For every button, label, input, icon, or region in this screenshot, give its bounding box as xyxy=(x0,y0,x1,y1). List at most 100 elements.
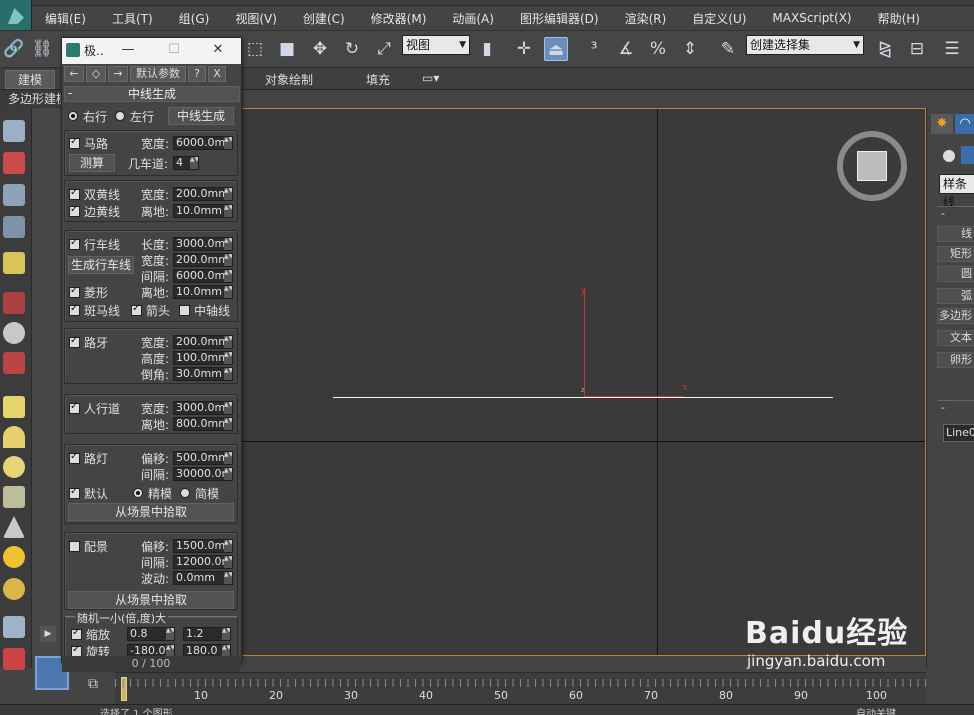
create-tab-icon[interactable]: ✸ xyxy=(931,114,953,134)
sidewalk-checkbox[interactable] xyxy=(69,401,80,414)
home-button[interactable]: ◇ xyxy=(86,66,106,82)
named-selection-dropdown[interactable]: 创建选择集 ▼ xyxy=(746,35,864,55)
menu-modifiers[interactable]: 修改器(M) xyxy=(358,10,440,27)
expand-arrow-icon[interactable]: ▶ xyxy=(40,626,56,642)
scenery-offset-field[interactable]: 1500.0mm ▲▼ xyxy=(173,539,233,553)
light-offset-field[interactable]: 500.0mm ▲▼ xyxy=(173,451,233,465)
line-object[interactable] xyxy=(333,397,833,398)
curb-checkbox[interactable] xyxy=(69,335,80,348)
reference-coord-dropdown[interactable]: 视图 ▼ xyxy=(402,35,470,55)
menu-create[interactable]: 创建(C) xyxy=(290,10,358,27)
sun-icon[interactable] xyxy=(3,546,25,568)
menu-rendering[interactable]: 渲染(R) xyxy=(612,10,680,27)
scale-icon[interactable]: ⤢ xyxy=(372,37,396,61)
rotate-icon[interactable]: ↻ xyxy=(340,37,364,61)
shape-type-dropdown[interactable]: 样条线 xyxy=(939,174,974,209)
window-crossing-icon[interactable]: ■ xyxy=(275,37,299,61)
lane-line-checkbox[interactable] xyxy=(69,237,80,250)
help-button[interactable]: ? xyxy=(188,66,206,82)
tab-populate[interactable]: 填充 xyxy=(366,71,390,88)
close-panel-button[interactable]: X xyxy=(208,66,226,82)
menu-views[interactable]: 视图(V) xyxy=(222,10,290,27)
scenery-wave-field[interactable]: 0.0mm ▲▼ xyxy=(173,571,233,585)
shape-button-rectangle[interactable]: 矩形 xyxy=(937,246,974,262)
back-button[interactable]: ← xyxy=(64,66,84,82)
menu-tools[interactable]: 工具(T) xyxy=(99,10,166,27)
curb-height-field[interactable]: 100.0mm ▲▼ xyxy=(173,351,233,365)
double-yellow-checkbox[interactable] xyxy=(69,187,80,200)
pick-scenery-from-scene-button[interactable]: 从场景中拾取 xyxy=(68,591,234,609)
perspective-viewport[interactable]: y x z xyxy=(240,108,926,656)
default-params-button[interactable]: 默认参数 xyxy=(130,66,186,82)
edit-named-sets-icon[interactable]: ✎ xyxy=(716,37,740,61)
shape-button-line[interactable]: 线 xyxy=(937,226,974,242)
road-checkbox[interactable] xyxy=(69,136,80,149)
dome-icon[interactable] xyxy=(3,426,25,448)
move-icon[interactable]: ✥ xyxy=(308,37,332,61)
object-name-field[interactable]: Line001 xyxy=(943,424,974,442)
cone-icon[interactable] xyxy=(3,516,25,538)
viewcube-face[interactable] xyxy=(857,151,887,181)
shape-button-arc[interactable]: 弧 xyxy=(937,288,974,304)
circle-light-icon[interactable] xyxy=(3,456,25,478)
pivot-icon[interactable]: ▮ xyxy=(475,37,499,61)
modify-tab-icon[interactable]: ◠ xyxy=(955,114,974,134)
curb-chamfer-field[interactable]: 30.0mm ▲▼ xyxy=(173,367,233,381)
angle-snap-icon[interactable]: ∡ xyxy=(614,37,638,61)
app-logo-icon[interactable] xyxy=(0,0,32,32)
shape-button-egg[interactable]: 卵形 xyxy=(937,352,974,368)
scenery-gap-field[interactable]: 12000.0mm▲▼ xyxy=(173,555,233,569)
menu-group[interactable]: 组(G) xyxy=(166,10,223,27)
mirror-icon[interactable]: ⧎ xyxy=(873,37,897,61)
percent-snap-icon[interactable]: % xyxy=(646,37,670,61)
lanes-field[interactable]: 4 ▲▼ xyxy=(173,156,199,170)
sidewalk-offset-field[interactable]: 800.0mm ▲▼ xyxy=(173,417,233,431)
viewcube-ring-icon[interactable] xyxy=(837,131,907,201)
rollout-header-minus-icon-2[interactable]: - xyxy=(937,400,974,414)
forward-button[interactable]: → xyxy=(108,66,128,82)
tab-modeling[interactable]: 建模 xyxy=(5,70,56,89)
generate-lane-line-button[interactable]: 生成行车线 xyxy=(68,256,134,274)
auto-key-label[interactable]: 自动关键 xyxy=(856,705,896,715)
axis-line-checkbox[interactable] xyxy=(179,305,190,316)
curb-width-field[interactable]: 200.0mm ▲▼ xyxy=(173,335,233,349)
geosphere-icon[interactable] xyxy=(3,486,25,508)
ribbon-sub-label[interactable]: 多边形建模 xyxy=(0,90,70,108)
link-icon[interactable]: 🔗 xyxy=(2,37,26,61)
sphere-material-icon[interactable] xyxy=(3,322,25,344)
random-scale-checkbox[interactable] xyxy=(71,627,82,640)
grid-icon[interactable] xyxy=(3,616,25,638)
snap-icon[interactable]: ³ xyxy=(582,37,606,61)
default-model-checkbox[interactable] xyxy=(69,486,80,499)
road-width-field[interactable]: 6000.0mm ▲▼ xyxy=(173,136,233,150)
lane-offset-field[interactable]: 10.0mm ▲▼ xyxy=(173,285,233,299)
menu-help[interactable]: 帮助(H) xyxy=(865,10,933,27)
select-manipulate-icon[interactable]: ✛ xyxy=(512,37,536,61)
scale-max-field[interactable]: 1.2 ▲▼ xyxy=(183,627,231,641)
layer-icon[interactable]: ☰ xyxy=(940,37,964,61)
select-region-icon[interactable]: ⬚ xyxy=(243,37,267,61)
teapot-icon[interactable] xyxy=(3,120,25,142)
arrow-checkbox[interactable] xyxy=(131,303,142,316)
menu-edit[interactable]: 编辑(E) xyxy=(32,10,99,27)
light-gap-field[interactable]: 30000.0mm▲▼ xyxy=(173,467,233,481)
tab-object-paint[interactable]: 对象绘制 xyxy=(265,71,313,88)
diamond-checkbox[interactable] xyxy=(69,285,80,298)
menu-customize[interactable]: 自定义(U) xyxy=(679,10,759,27)
character-icon[interactable] xyxy=(3,352,25,374)
align-icon[interactable]: ⊟ xyxy=(905,37,929,61)
sidewalk-width-field[interactable]: 3000.0mm ▲▼ xyxy=(173,401,233,415)
spinner-snap-icon[interactable]: ⇕ xyxy=(678,37,702,61)
fine-model-radio[interactable] xyxy=(133,488,143,498)
edge-yellow-checkbox[interactable] xyxy=(69,204,80,217)
lane-width-field[interactable]: 200.0mm ▲▼ xyxy=(173,253,233,267)
layer-manager-icon[interactable] xyxy=(3,216,25,238)
left-drive-radio[interactable] xyxy=(115,111,125,121)
geometry-icon[interactable] xyxy=(943,150,955,162)
time-slider[interactable]: 0 / 100 xyxy=(62,656,240,672)
right-drive-radio[interactable] xyxy=(68,111,78,121)
camera-icon[interactable] xyxy=(3,292,25,314)
menu-animation[interactable]: 动画(A) xyxy=(439,10,507,27)
menu-maxscript[interactable]: MAXScript(X) xyxy=(759,11,864,25)
render-frame-icon[interactable] xyxy=(3,152,25,174)
